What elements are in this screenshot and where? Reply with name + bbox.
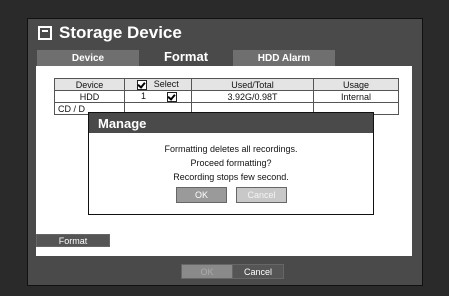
dialog-line: Proceed formatting? (190, 158, 272, 168)
dialog-cancel-button[interactable]: Cancel (236, 187, 287, 203)
window-title-text: Storage Device (59, 23, 182, 42)
row-checkbox[interactable] (166, 91, 177, 102)
cancel-button[interactable]: Cancel (232, 264, 284, 279)
table-row[interactable]: HDD 1 3.92G/0.98T Internal (54, 90, 399, 103)
dialog-title: Manage (89, 113, 373, 133)
format-button-label: Format (58, 235, 88, 246)
cell-select-number: 1 (141, 91, 147, 102)
column-header-select-label: Select (153, 79, 179, 90)
ok-button[interactable]: OK (181, 264, 233, 279)
dialog-ok-label: OK (194, 190, 208, 200)
dialog-line: Formatting deletes all recordings. (164, 144, 298, 154)
tab-device[interactable]: Device (37, 50, 139, 66)
cell-used-total: 3.92G/0.98T (191, 90, 314, 103)
tab-format[interactable]: Format (139, 46, 233, 66)
ok-button-label: OK (200, 266, 214, 277)
manage-dialog: Manage Formatting deletes all recordings… (88, 112, 374, 215)
column-header-device: Device (54, 78, 125, 91)
tab-format-label: Format (163, 48, 209, 64)
format-button[interactable]: Format (36, 234, 110, 247)
dialog-message: Formatting deletes all recordings. Proce… (89, 133, 373, 184)
dialog-ok-button[interactable]: OK (176, 187, 227, 203)
select-all-checkbox[interactable] (137, 79, 148, 90)
column-header-used-total: Used/Total (191, 78, 314, 91)
cancel-button-label: Cancel (243, 266, 272, 277)
window-title: Storage Device (38, 23, 182, 43)
tab-hdd-alarm-label: HDD Alarm (257, 52, 311, 64)
tab-device-label: Device (71, 52, 105, 64)
cell-select: 1 (124, 90, 192, 103)
storage-table: Device Select Used/Total Usage HDD 1 3.9… (54, 78, 399, 115)
window-icon (38, 26, 52, 40)
dialog-line: Recording stops few second. (173, 172, 289, 182)
cell-device: HDD (54, 90, 125, 103)
cell-usage: Internal (313, 90, 399, 103)
dialog-cancel-label: Cancel (247, 190, 276, 200)
column-header-usage: Usage (313, 78, 399, 91)
table-header-row: Device Select Used/Total Usage (54, 78, 399, 91)
column-header-select: Select (124, 78, 192, 91)
tab-hdd-alarm[interactable]: HDD Alarm (233, 50, 335, 66)
